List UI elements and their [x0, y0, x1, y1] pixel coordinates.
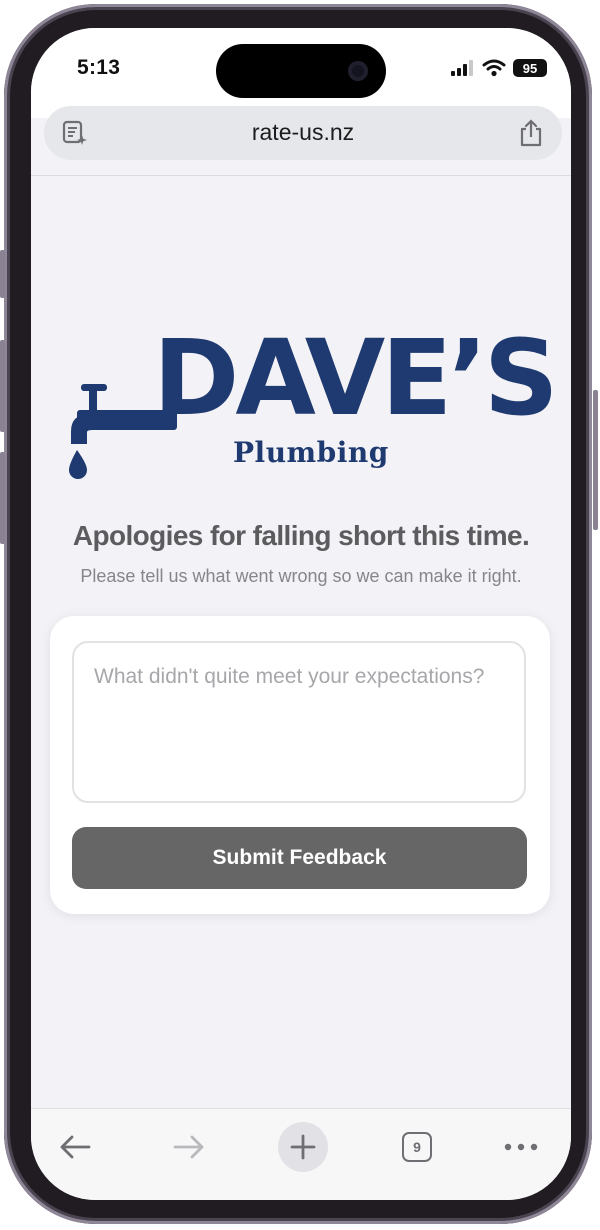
page-title: Apologies for falling short this time. [72, 520, 530, 551]
url-text[interactable]: rate-us.nz [44, 119, 562, 146]
status-bar: 5:13 95 [31, 28, 571, 118]
tabs-button[interactable]: 9 [389, 1119, 445, 1175]
page-subtitle: Please tell us what went wrong so we can… [80, 566, 522, 586]
status-time: 5:13 [77, 56, 121, 79]
browser-toolbar: 9 [31, 1108, 571, 1200]
share-icon[interactable] [518, 118, 544, 148]
logo-subtitle: Plumbing [233, 436, 389, 469]
more-icon [504, 1143, 538, 1151]
submit-feedback-button[interactable]: Submit Feedback [72, 827, 527, 889]
tabs-icon: 9 [402, 1132, 432, 1162]
battery-icon: 95 [513, 59, 547, 77]
plus-icon [290, 1134, 316, 1160]
url-bar[interactable]: rate-us.nz [44, 106, 562, 160]
back-button[interactable] [47, 1119, 103, 1175]
side-button-power [593, 390, 598, 530]
more-button[interactable] [493, 1119, 549, 1175]
back-arrow-icon [60, 1135, 91, 1159]
logo-title: DAVE’S [153, 317, 559, 439]
side-button-volume-up [0, 340, 5, 432]
new-tab-button[interactable] [278, 1122, 328, 1172]
brand-logo: DAVE’S Plumbing [67, 318, 559, 488]
signal-icon [451, 60, 473, 76]
forward-button[interactable] [161, 1119, 217, 1175]
feedback-textarea[interactable] [72, 641, 526, 803]
side-button-action [0, 250, 5, 298]
wifi-icon [482, 59, 506, 77]
camera-icon [348, 61, 368, 81]
status-icons: 95 [451, 59, 547, 77]
forward-arrow-icon [173, 1135, 204, 1159]
dynamic-island [216, 44, 386, 98]
url-divider [31, 175, 571, 176]
phone-screen: 5:13 95 rate-us.nz DAVE’S Plumbing Apolo… [31, 28, 571, 1200]
side-button-volume-down [0, 452, 5, 544]
feedback-card: Submit Feedback [50, 616, 550, 914]
